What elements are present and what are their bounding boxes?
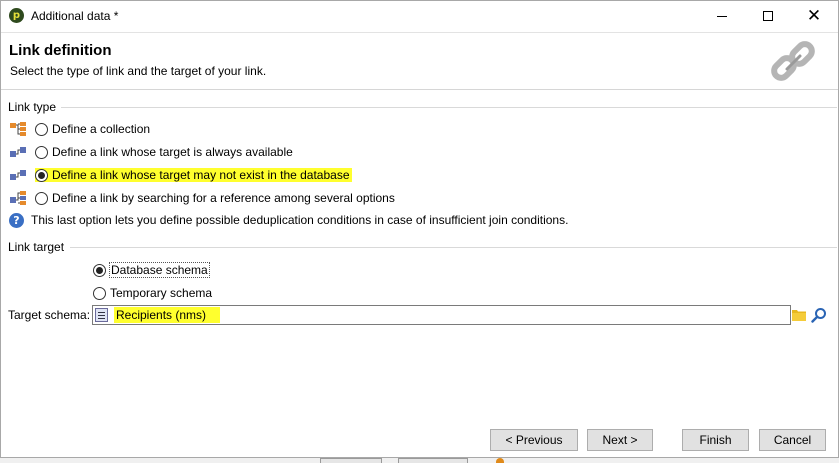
folder-icon[interactable] [792,308,806,321]
link-type-group-label: Link type [8,100,57,114]
background-icon [496,458,504,463]
highlighted-option: Define a link whose target may not exist… [35,168,352,182]
radio-search-reference[interactable] [35,191,48,205]
option-label: Define a link whose target may not exist… [52,168,350,182]
multi-link-icon [10,191,26,205]
info-text: This last option lets you define possibl… [31,213,569,227]
app-icon: p [9,8,24,23]
radio-database-schema[interactable] [93,263,106,277]
target-schema-value: Recipients (nms) [114,307,221,323]
search-icon[interactable] [811,307,827,323]
target-schema-label: Target schema: [8,308,91,322]
maximize-icon [763,11,773,21]
cancel-button[interactable]: Cancel [759,429,826,451]
page-title: Link definition [9,42,112,59]
minimize-icon [717,15,727,17]
link-icon [10,147,26,157]
info-note: ? This last option lets you define possi… [9,211,568,229]
next-button[interactable]: Next > [587,429,653,451]
option-label: Define a link by searching for a referen… [52,191,395,205]
window-title: Additional data * [31,9,119,23]
option-label: Temporary schema [110,286,213,300]
radio-temporary-schema[interactable] [93,286,106,300]
radio-target-may-not-exist[interactable] [35,168,48,182]
link-icon [10,170,26,180]
title-bar[interactable]: p Additional data * ✕ [1,1,838,32]
minimize-button[interactable] [699,1,745,31]
page-subtitle: Select the type of link and the target o… [10,64,267,78]
background-button [398,458,468,463]
option-label: Define a collection [52,122,151,136]
background-button [320,458,382,463]
radio-define-collection[interactable] [35,122,48,136]
link-type-divider [61,107,837,108]
link-target-divider [70,247,837,248]
dialog-window: p Additional data * ✕ Link definition Se… [0,0,839,458]
target-schema-field[interactable]: Recipients (nms) [92,305,791,325]
option-database-schema[interactable]: Database schema [93,261,210,279]
help-icon: ? [9,212,24,228]
close-icon: ✕ [806,6,822,26]
option-search-reference[interactable]: Define a link by searching for a referen… [9,189,395,207]
finish-button[interactable]: Finish [682,429,749,451]
link-target-group-label: Link target [8,240,65,254]
option-temporary-schema[interactable]: Temporary schema [93,284,212,302]
radio-target-always-available[interactable] [35,145,48,159]
option-label: Database schema [109,262,210,278]
option-label: Define a link whose target is always ava… [52,145,293,159]
schema-icon [95,308,108,322]
option-target-may-not-exist[interactable]: Define a link whose target may not exist… [9,166,352,184]
option-define-collection[interactable]: Define a collection [9,120,150,138]
maximize-button[interactable] [745,1,791,31]
header-band: Link definition Select the type of link … [1,32,838,90]
chain-link-icon [771,41,815,81]
previous-button[interactable]: < Previous [490,429,578,451]
collection-icon [10,122,26,136]
option-target-always-available[interactable]: Define a link whose target is always ava… [9,143,293,161]
close-button[interactable]: ✕ [791,1,837,31]
